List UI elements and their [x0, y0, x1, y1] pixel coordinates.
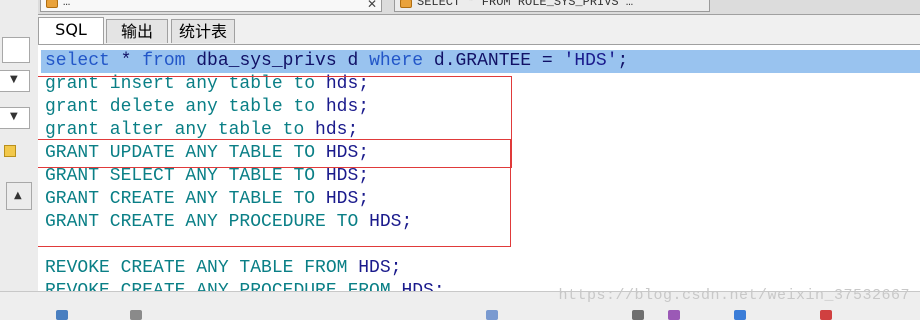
chevron-down-icon: ▼ [10, 74, 18, 85]
code-line[interactable]: REVOKE CREATE ANY TABLE FROM HDS; [41, 257, 920, 280]
close-icon[interactable]: ✕ [367, 0, 377, 11]
sql-window-icon [400, 0, 412, 8]
tab-statistics[interactable]: 统计表 [171, 19, 235, 43]
tab-output[interactable]: 输出 [106, 19, 168, 43]
watermark: https://blog.csdn.net/weixin_37532667 [558, 287, 910, 304]
code-token: HDS; [347, 258, 402, 278]
code-token: where [369, 51, 424, 71]
document-tab[interactable]: … ✕ [40, 0, 382, 12]
chevron-up-icon: ▲ [14, 190, 22, 201]
sql-window-icon [46, 0, 58, 8]
code-token: dba_sys_privs d [185, 51, 370, 71]
tab-sql[interactable]: SQL [38, 17, 104, 44]
editor-tab-bar: SQL 输出 统计表 [38, 15, 920, 44]
chevron-down-icon: ▼ [10, 111, 18, 122]
document-tab-label: … [63, 0, 71, 9]
document-tab-label: SELECT * FROM ROLE_SYS_PRIVS … [417, 0, 634, 9]
code-token: REVOKE CREATE ANY TABLE FROM [45, 258, 348, 278]
sql-editor[interactable]: select * from dba_sys_privs d where d.GR… [38, 44, 920, 292]
left-toolbar: ▼ ▼ ▲ [0, 0, 39, 319]
code-token: d.GRANTEE = [423, 51, 564, 71]
code-token: ; [617, 51, 629, 71]
code-token: from [142, 51, 186, 71]
toolbar-button[interactable] [2, 37, 30, 63]
new-item-icon[interactable] [4, 145, 16, 157]
code-token: * [109, 51, 143, 71]
code-token: 'HDS' [563, 51, 618, 71]
code-line[interactable]: select * from dba_sys_privs d where d.GR… [41, 50, 920, 73]
highlight-box [38, 139, 511, 247]
code-token: select [45, 51, 110, 71]
document-tab-strip: … ✕ SELECT * FROM ROLE_SYS_PRIVS … [38, 0, 920, 15]
document-tab[interactable]: SELECT * FROM ROLE_SYS_PRIVS … [394, 0, 710, 12]
